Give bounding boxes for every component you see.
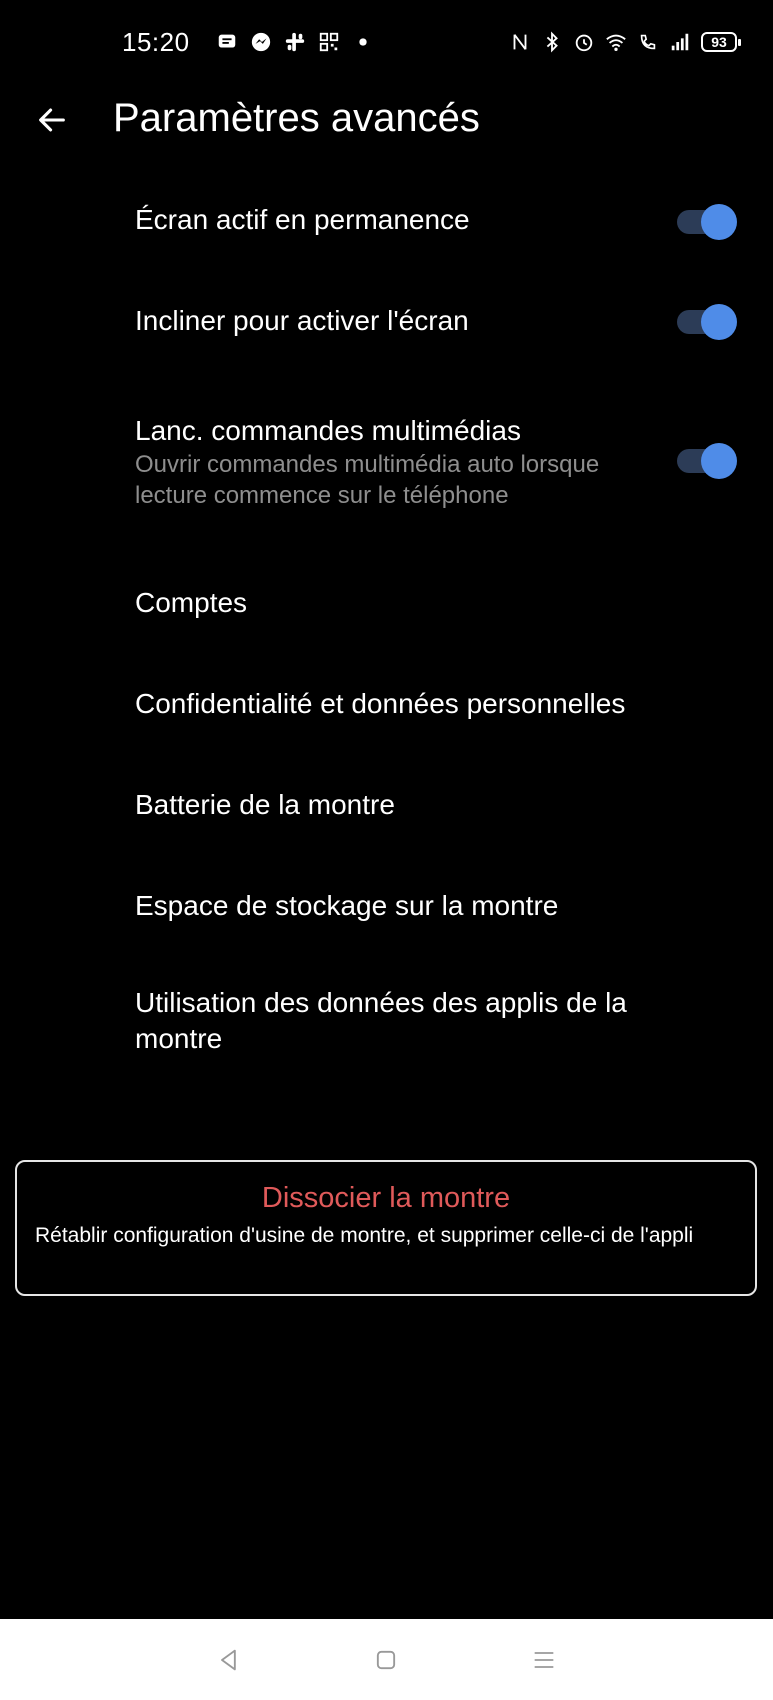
setting-title: Batterie de la montre: [135, 788, 395, 820]
setting-app-data-usage[interactable]: Utilisation des données des applis de la…: [0, 956, 773, 1086]
screen: 15:20 93 Paramètres avancés Écran actif …: [0, 0, 773, 1700]
message-icon: [216, 31, 238, 53]
always-on-display-toggle[interactable]: [673, 204, 737, 240]
media-controls-toggle[interactable]: [673, 443, 737, 479]
unpair-description: Rétablir configuration d'usine de montre…: [35, 1224, 694, 1247]
slack-icon: [284, 31, 306, 53]
bluetooth-icon: [541, 31, 563, 53]
signal-icon: [669, 31, 691, 53]
unpair-watch-button[interactable]: Dissocier la montre Rétablir configurati…: [15, 1160, 757, 1296]
status-left: 15:20: [122, 27, 374, 58]
setting-watch-storage[interactable]: Espace de stockage sur la montre: [0, 855, 773, 956]
page-title: Paramètres avancés: [113, 96, 480, 140]
battery-icon: 93: [701, 32, 741, 52]
system-nav-bar: [0, 1619, 773, 1700]
unpair-title: Dissocier la montre: [261, 1182, 511, 1214]
nav-home-button[interactable]: [366, 1640, 406, 1680]
status-bar: 15:20 93: [0, 0, 773, 84]
setting-title: Lanc. commandes multimédias: [135, 414, 521, 446]
setting-subtitle: Ouvrir commandes multimédia auto lorsque…: [135, 450, 600, 509]
tilt-to-wake-toggle[interactable]: [673, 304, 737, 340]
wifi-icon: [605, 31, 627, 53]
status-time: 15:20: [122, 26, 190, 57]
setting-title: Utilisation des données des applis de la…: [135, 987, 627, 1054]
status-right: 93: [509, 31, 741, 53]
menu-nav-icon: [534, 1651, 554, 1668]
setting-privacy[interactable]: Confidentialité et données personnelles: [0, 653, 773, 754]
app-header: Paramètres avancés: [0, 84, 773, 156]
arrow-back-icon: [39, 108, 65, 132]
toggle-thumb: [701, 443, 737, 479]
toggle-thumb: [701, 304, 737, 340]
setting-accounts[interactable]: Comptes: [0, 552, 773, 653]
setting-title: Espace de stockage sur la montre: [135, 889, 559, 921]
settings-list: Écran actif en permanence Incliner pour …: [0, 170, 773, 1086]
wifi-call-icon: [637, 31, 659, 53]
setting-title: Confidentialité et données personnelles: [135, 687, 626, 719]
toggle-thumb: [701, 204, 737, 240]
back-nav-icon: [220, 1649, 236, 1670]
setting-watch-battery[interactable]: Batterie de la montre: [0, 754, 773, 855]
qr-code-icon: [318, 31, 340, 53]
alarm-icon: [573, 31, 595, 53]
setting-title: Écran actif en permanence: [135, 204, 470, 235]
messenger-icon: [250, 31, 272, 53]
dot-icon: [352, 31, 374, 53]
setting-title: Comptes: [135, 586, 248, 618]
nav-menu-button[interactable]: [524, 1640, 564, 1680]
back-button[interactable]: [30, 98, 74, 142]
setting-tilt-to-wake[interactable]: Incliner pour activer l'écran: [0, 270, 773, 371]
setting-media-controls[interactable]: Lanc. commandes multimédias Ouvrir comma…: [0, 371, 773, 552]
home-nav-icon: [377, 1650, 396, 1669]
nav-back-button[interactable]: [209, 1640, 249, 1680]
setting-always-on-display[interactable]: Écran actif en permanence: [0, 170, 773, 270]
nfc-icon: [509, 31, 531, 53]
setting-title: Incliner pour activer l'écran: [135, 304, 469, 336]
